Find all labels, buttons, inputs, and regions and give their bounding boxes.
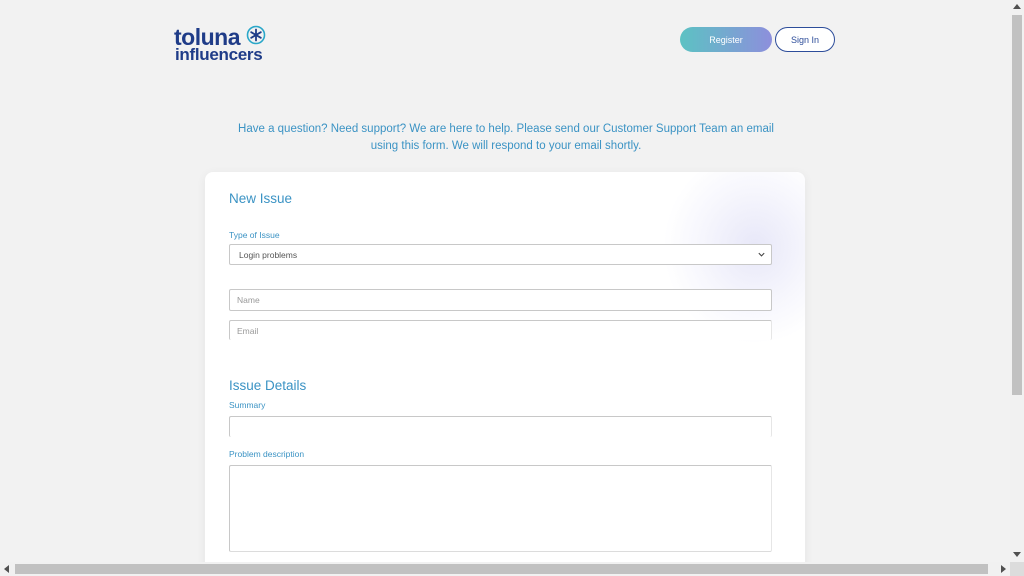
type-of-issue-value: Login problems (239, 249, 298, 260)
scroll-down-arrow-icon[interactable] (1013, 552, 1021, 557)
scroll-up-arrow-icon[interactable] (1013, 4, 1021, 9)
summary-input[interactable] (229, 416, 772, 437)
name-placeholder: Name (237, 295, 260, 305)
support-intro-text: Have a question? Need support? We are he… (238, 123, 774, 152)
email-placeholder: Email (237, 325, 259, 336)
chevron-down-icon (758, 252, 765, 257)
problem-description-textarea[interactable] (229, 465, 772, 552)
type-of-issue-label: Type of Issue (229, 230, 280, 240)
email-input[interactable]: Email (229, 320, 772, 340)
scroll-left-arrow-icon[interactable] (4, 565, 9, 573)
vertical-scrollbar[interactable] (1010, 0, 1024, 562)
scrollbar-corner (1010, 562, 1024, 576)
vertical-scroll-thumb[interactable] (1012, 15, 1022, 395)
support-form-card: New Issue Type of Issue Login problems N… (205, 172, 805, 562)
logo-wordmark-influencers: influencers (175, 45, 263, 64)
summary-label: Summary (229, 400, 266, 410)
sign-in-button[interactable]: Sign In (775, 27, 835, 52)
horizontal-scrollbar[interactable] (0, 562, 1010, 576)
register-button[interactable]: Register (680, 27, 772, 52)
name-input[interactable]: Name (229, 289, 772, 311)
new-issue-heading: New Issue (229, 191, 293, 206)
asterisk-star-icon (246, 25, 266, 45)
scroll-right-arrow-icon[interactable] (1001, 565, 1006, 573)
problem-description-label: Problem description (229, 449, 305, 459)
type-of-issue-select[interactable]: Login problems (229, 244, 772, 265)
toluna-logo[interactable]: toluna influencers (174, 24, 274, 64)
page-viewport: toluna influencers Register Sign In Have… (0, 0, 1010, 562)
horizontal-scroll-thumb[interactable] (15, 564, 988, 574)
issue-details-heading: Issue Details (229, 378, 307, 393)
